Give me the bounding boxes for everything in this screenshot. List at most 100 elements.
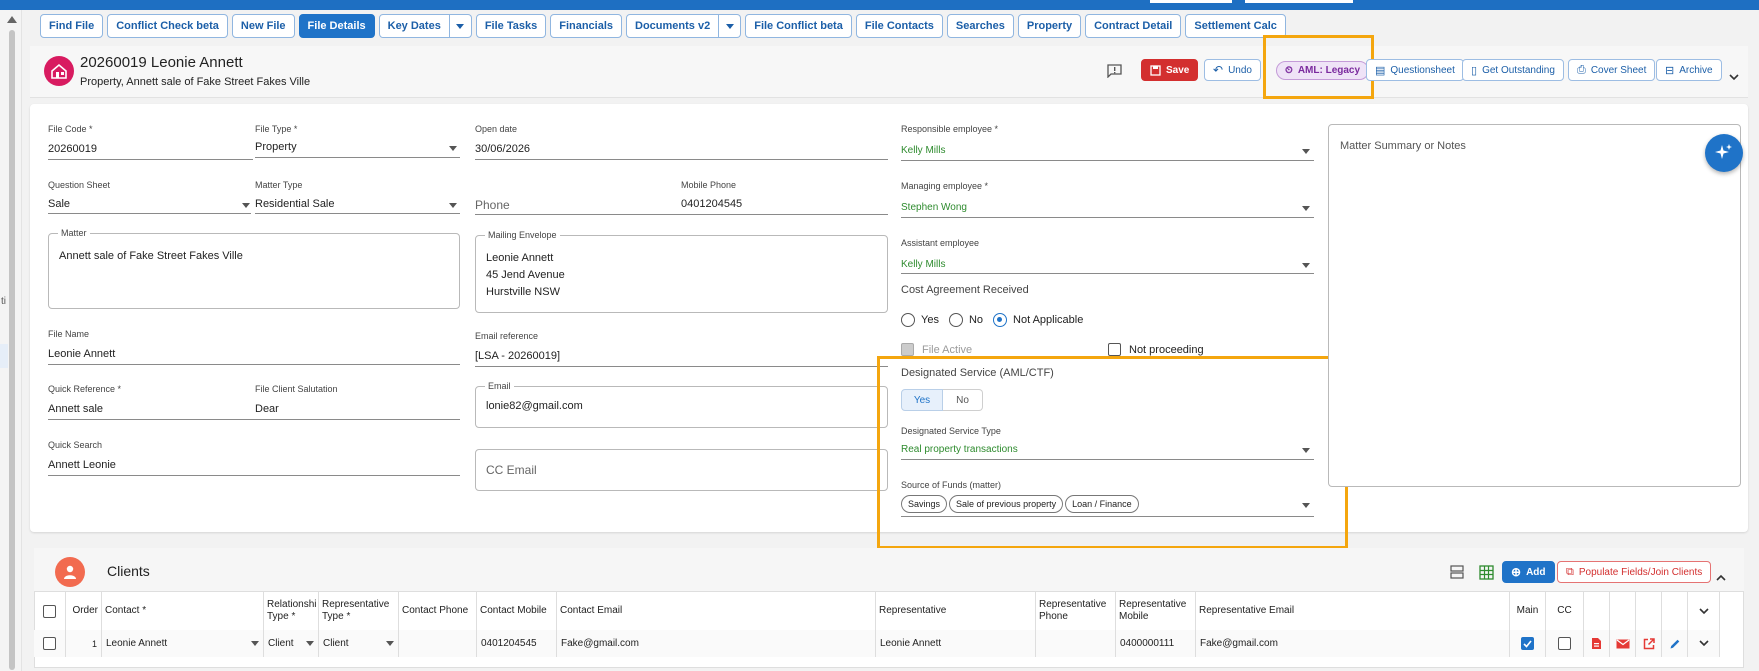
cost-yes-radio[interactable] [901,313,915,327]
tab-contract-detail[interactable]: Contract Detail [1085,14,1182,38]
archive-button[interactable]: ⊟ Archive [1656,59,1722,81]
responsible-dropdown-icon[interactable] [1302,149,1310,154]
tab-file-contacts[interactable]: File Contacts [855,14,943,38]
cc-checkbox[interactable] [1558,637,1571,650]
responsible-value[interactable]: Kelly Mills [901,145,945,156]
matter-type-value[interactable]: Residential Sale [255,198,335,210]
contact-dropdown-icon[interactable] [251,641,259,646]
cell-rep-type[interactable]: Client [319,630,399,657]
cc-email-field[interactable]: CC Email [475,449,888,491]
undo-button[interactable]: ↶ Undo [1204,59,1261,81]
col-contact-phone[interactable]: Contact Phone [399,592,477,630]
tab-searches[interactable]: Searches [946,14,1014,38]
tab-key-dates[interactable]: Key Dates [378,14,450,38]
file-code-value[interactable]: 20260019 [48,143,97,155]
col-relationship[interactable]: Relationship Type * [264,592,319,630]
tab-documents-v2[interactable]: Documents v2 [626,14,720,38]
pdf-file-icon[interactable] [1591,637,1602,650]
select-all-checkbox[interactable] [43,604,56,618]
source-chip[interactable]: Savings [901,495,948,513]
source-chip[interactable]: Loan / Finance [1065,495,1139,513]
cost-na-radio[interactable] [993,313,1008,327]
file-type-value[interactable]: Property [255,141,297,153]
email-ref-value[interactable]: [LSA - 20260019] [475,350,560,362]
tab-financials[interactable]: Financials [550,14,623,38]
col-rep-type[interactable]: Representative Type * [319,592,399,630]
open-external-icon[interactable] [1643,637,1655,650]
header-expand-icon[interactable] [1729,68,1739,86]
file-type-dropdown-icon[interactable] [449,146,457,151]
tab-file-conflict[interactable]: File Conflict beta [745,14,852,38]
ai-assist-button[interactable] [1705,134,1743,172]
tab-new-file[interactable]: New File [231,14,295,38]
designated-yes-toggle[interactable]: Yes [901,389,943,411]
phone-field[interactable]: Phone [475,198,510,212]
col-representative[interactable]: Representative [876,592,1036,630]
designated-type-dropdown-icon[interactable] [1302,448,1310,453]
add-client-button[interactable]: ⊕ Add [1502,561,1555,583]
col-rep-mobile[interactable]: Representative Mobile [1116,592,1196,630]
cell-rep-phone[interactable] [1036,630,1116,657]
tab-file-tasks[interactable]: File Tasks [475,14,547,38]
collapse-clients-icon[interactable] [1716,568,1726,586]
tab-find-file[interactable]: Find File [40,14,104,38]
not-proceeding-checkbox[interactable] [1108,343,1121,356]
cell-representative[interactable]: Leonie Annett [876,630,1036,657]
get-outstanding-button[interactable]: ▯ Get Outstanding [1462,59,1564,81]
cell-contact-email[interactable]: Fake@gmail.com [557,630,876,657]
col-expand[interactable] [1688,592,1720,630]
populate-fields-button[interactable]: ⧉ Populate Fields/Join Clients [1557,561,1712,583]
cell-contact-phone[interactable] [399,630,477,657]
main-checkbox[interactable] [1521,637,1534,650]
col-contact-email[interactable]: Contact Email [557,592,876,630]
cell-contact[interactable]: Leonie Annett [102,630,264,657]
relationship-dropdown-icon[interactable] [306,641,314,646]
tab-conflict-check[interactable]: Conflict Check beta [107,14,228,38]
cost-no-radio[interactable] [948,313,963,327]
email-field[interactable]: Email lonie82@gmail.com [475,381,888,428]
feedback-icon[interactable] [1107,64,1122,83]
scroll-up-icon[interactable] [7,16,17,23]
cell-order[interactable]: 1 [66,630,102,657]
source-chip[interactable]: Sale of previous property [949,495,1064,513]
questionsheet-button[interactable]: ▤ Questionsheet [1366,59,1464,81]
assistant-value[interactable]: Kelly Mills [901,259,945,270]
col-contact[interactable]: Contact * [102,592,264,630]
question-sheet-value[interactable]: Sale [48,198,70,210]
row-select-checkbox[interactable] [43,637,56,650]
page-scrollbar[interactable] [9,30,15,670]
tab-property[interactable]: Property [1017,14,1082,38]
cover-sheet-button[interactable]: ⎙ Cover Sheet [1568,59,1656,81]
chevron-down-icon[interactable] [1698,640,1709,647]
col-cc[interactable]: CC [1546,592,1584,630]
designated-no-toggle[interactable]: No [943,389,983,411]
quick-search-value[interactable]: Annett Leonie [48,459,116,471]
grid-view-icon[interactable] [1479,565,1494,585]
file-name-value[interactable]: Leonie Annett [48,348,115,360]
documents-dropdown[interactable] [719,14,742,38]
matter-notes-field[interactable]: Matter Summary or Notes [1328,124,1741,487]
tab-file-details[interactable]: File Details [298,14,375,38]
salutation-value[interactable]: Dear [255,403,279,415]
matter-field[interactable]: Matter Annett sale of Fake Street Fakes … [48,228,460,309]
email-icon[interactable] [1616,639,1630,649]
source-funds-dropdown-icon[interactable] [1302,503,1310,508]
designated-type-value[interactable]: Real property transactions [901,444,1018,455]
col-rep-email[interactable]: Representative Email [1196,592,1510,630]
list-view-icon[interactable] [1450,565,1464,584]
col-order[interactable]: Order [66,592,102,630]
file-active-checkbox[interactable] [901,343,914,356]
pencil-icon[interactable] [1669,638,1681,650]
quick-ref-value[interactable]: Annett sale [48,403,103,415]
col-rep-phone[interactable]: Representative Phone [1036,592,1116,630]
mailing-envelope-field[interactable]: Mailing Envelope Leonie Annett 45 Jend A… [475,230,888,313]
managing-value[interactable]: Stephen Wong [901,202,967,213]
assistant-dropdown-icon[interactable] [1302,263,1310,268]
open-date-value[interactable]: 30/06/2026 [475,143,530,155]
matter-type-dropdown-icon[interactable] [449,203,457,208]
cell-contact-mobile[interactable]: 0401204545 [477,630,557,657]
col-contact-mobile[interactable]: Contact Mobile [477,592,557,630]
question-sheet-dropdown-icon[interactable] [242,203,250,208]
rep-type-dropdown-icon[interactable] [386,641,394,646]
mobile-value[interactable]: 0401204545 [681,198,742,210]
